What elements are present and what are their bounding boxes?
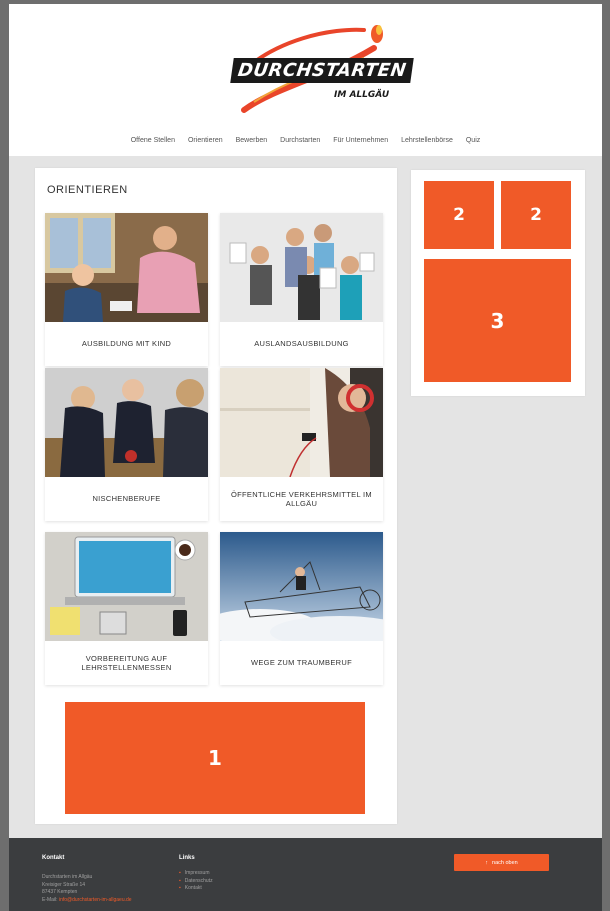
arrow-up-icon: ↑ [485,859,489,866]
footer-links-list: ▪ Impressum ▪ Datenschutz ▪ Kontakt [179,870,213,893]
nav-orientieren[interactable]: Orientieren [188,137,223,144]
site-footer: Kontakt Durchstarten im Allgäu Kreisiger… [9,838,602,911]
tile-image [45,213,208,322]
tile-auslandsausbildung[interactable]: AUSLANDSAUSBILDUNG [220,213,383,366]
tile-image [220,213,383,322]
nav-offene-stellen[interactable]: Offene Stellen [131,137,175,144]
sidebar-card: 2 2 3 [411,170,585,396]
page-title: ORIENTIEREN [47,184,128,196]
tile-caption: VORBEREITUNG AUF LEHRSTELLENMESSEN [81,653,172,672]
nav-lehrstellenboerse[interactable]: Lehrstellenbörse [401,137,453,144]
footer-email-line: E-Mail: info@durchstarten-im-allgaeu.de [42,897,132,905]
tile-image [220,368,383,477]
tile-wege-zum-traumberuf[interactable]: WEGE ZUM TRAUMBERUF [220,532,383,685]
tile-image [45,532,208,641]
ad-slot-1[interactable]: 1 [65,702,365,814]
tile-ausbildung-mit-kind[interactable]: AUSBILDUNG MIT KIND [45,213,208,366]
footer-links-heading: Links [179,855,195,861]
content-card: ORIENTIEREN AUSBILDUNG MIT KIND AUSLANDS… [35,168,397,824]
email-label: E-Mail: [42,896,58,903]
tile-caption: ÖFFENTLICHE VERKEHRSMITTEL IM ALLGÄU [231,489,372,508]
tile-caption: WEGE ZUM TRAUMBERUF [251,658,352,668]
nav-quiz[interactable]: Quiz [466,137,480,144]
bullet-icon: ▪ [179,877,181,884]
logo-title: DURCHSTARTEN [230,58,414,83]
main-nav: Offene Stellen Orientieren Bewerben Durc… [9,137,602,144]
footer-address-line: Durchstarten im Allgäu [42,874,93,880]
ad-slot-2a[interactable]: 2 [424,181,494,249]
tile-caption: NISCHENBERUFE [92,494,161,504]
email-link[interactable]: info@durchstarten-im-allgaeu.de [59,897,132,903]
page-frame: DURCHSTARTEN IM ALLGÄU Offene Stellen Or… [9,4,602,911]
tile-caption: AUSLANDSAUSBILDUNG [254,339,349,349]
footer-link-datenschutz[interactable]: ▪ Datenschutz [179,878,213,886]
footer-kontakt-block: Durchstarten im Allgäu Kreisiger Straße … [42,874,132,904]
tile-image [45,368,208,477]
footer-link-impressum[interactable]: ▪ Impressum [179,870,213,878]
tile-oeffentliche-verkehrsmittel[interactable]: ÖFFENTLICHE VERKEHRSMITTEL IM ALLGÄU [220,368,383,521]
footer-link-kontakt[interactable]: ▪ Kontakt [179,885,213,893]
footer-address-line: 87437 Kempten [42,889,78,895]
site-logo[interactable]: DURCHSTARTEN IM ALLGÄU [214,18,414,118]
tile-image [220,532,383,641]
tile-nischenberufe[interactable]: NISCHENBERUFE [45,368,208,521]
back-to-top-button[interactable]: ↑ nach oben [454,854,549,871]
bullet-icon: ▪ [179,885,181,891]
tile-vorbereitung-lehrstellenmessen[interactable]: VORBEREITUNG AUF LEHRSTELLENMESSEN [45,532,208,685]
nav-fuer-unternehmen[interactable]: Für Unternehmen [333,137,388,144]
back-to-top-label: nach oben [492,859,518,866]
ad-slot-2b[interactable]: 2 [501,181,571,249]
bullet-icon: ▪ [179,870,181,876]
site-header: DURCHSTARTEN IM ALLGÄU Offene Stellen Or… [9,4,602,156]
ad-slot-3[interactable]: 3 [424,259,571,382]
logo-subtitle: IM ALLGÄU [334,90,390,100]
footer-kontakt-heading: Kontakt [42,855,65,861]
nav-durchstarten[interactable]: Durchstarten [280,137,320,144]
footer-address-line: Kreisiger Straße 14 [42,881,86,888]
nav-bewerben[interactable]: Bewerben [236,137,268,144]
tile-caption: AUSBILDUNG MIT KIND [81,339,172,349]
